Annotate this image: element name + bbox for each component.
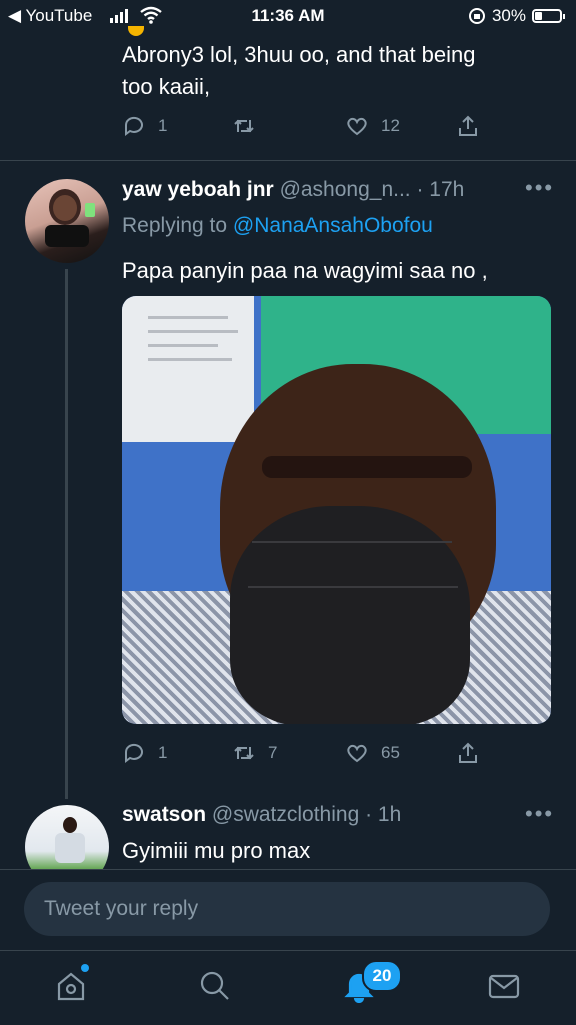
- tweet-text: Papa panyin paa na wagyimi saa no ,: [122, 258, 488, 283]
- prev-reply-button[interactable]: 1: [122, 114, 167, 138]
- tweet-header: yaw yeboah jnr @ashong_n... · 17h: [122, 178, 464, 202]
- heart-icon: [347, 117, 367, 136]
- reply-header: swatson @swatzclothing · 1h: [122, 803, 401, 827]
- emoji-partial-icon: [128, 26, 144, 36]
- battery-icon: [532, 9, 565, 23]
- bottom-tab-bar: [0, 950, 576, 1025]
- like-button[interactable]: 65: [345, 741, 400, 765]
- composer-divider: [0, 869, 576, 870]
- share-button[interactable]: [456, 741, 480, 765]
- home-new-indicator: [81, 964, 89, 972]
- retweet-icon: [234, 119, 254, 133]
- status-right-group: 30%: [468, 6, 565, 26]
- reply-count: 1: [158, 743, 168, 762]
- reply-author-name[interactable]: swatson: [122, 803, 206, 826]
- replying-to-line: Replying to @NanaAnsahObofou: [122, 214, 433, 238]
- prev-tweet-text-line1: Abrony3 lol, 3huu oo, and that being: [122, 42, 476, 67]
- tab-search[interactable]: [198, 969, 232, 1003]
- tab-messages[interactable]: [487, 969, 521, 1003]
- prev-tweet-text-line2: too kaaii,: [122, 74, 211, 99]
- orientation-lock-icon: [468, 8, 485, 24]
- tweet-photo[interactable]: [122, 296, 551, 724]
- tweet-time: · 17h: [416, 178, 465, 201]
- more-options-icon[interactable]: •••: [525, 175, 554, 201]
- main-tweet[interactable]: yaw yeboah jnr @ashong_n... · 17h ••• Re…: [0, 161, 576, 801]
- retweet-button[interactable]: 7: [232, 741, 277, 765]
- replying-to-prefix: Replying to: [122, 214, 228, 237]
- reply-text: Gyimiii mu pro max: [122, 838, 311, 863]
- avatar[interactable]: [25, 805, 109, 869]
- home-icon: [57, 972, 85, 1001]
- wifi-icon: [140, 6, 162, 24]
- share-icon: [459, 742, 477, 763]
- reply-icon: [124, 743, 143, 763]
- reply-tweet[interactable]: swatson @swatzclothing · 1h ••• Gyimiii …: [0, 801, 576, 869]
- more-options-icon[interactable]: •••: [525, 801, 554, 827]
- retweet-icon: [234, 746, 254, 760]
- battery-percent: 30%: [491, 6, 526, 25]
- like-count: 65: [381, 743, 400, 762]
- reply-time: · 1h: [365, 803, 402, 826]
- cellular-signal-icon: [110, 8, 128, 23]
- avatar[interactable]: [25, 179, 109, 263]
- tab-home[interactable]: [54, 969, 88, 1003]
- share-icon: [459, 115, 477, 136]
- reply-button[interactable]: 1: [122, 741, 167, 765]
- author-name[interactable]: yaw yeboah jnr: [122, 178, 274, 201]
- mail-icon: [488, 974, 520, 999]
- prev-like-button[interactable]: 12: [345, 114, 400, 138]
- thread-line: [65, 269, 68, 799]
- tweet-reply-input[interactable]: Tweet your reply: [24, 882, 550, 936]
- prev-share-button[interactable]: [456, 114, 480, 138]
- prev-like-count: 12: [381, 116, 400, 135]
- author-handle[interactable]: @ashong_n...: [280, 178, 411, 201]
- retweet-count: 7: [268, 743, 278, 762]
- replying-to-link[interactable]: @NanaAnsahObofou: [233, 214, 433, 237]
- heart-icon: [347, 744, 367, 763]
- prev-reply-count: 1: [158, 116, 168, 135]
- reply-author-handle[interactable]: @swatzclothing: [212, 803, 359, 826]
- prev-tweet[interactable]: Abrony3 lol, 3huu oo, and that being too…: [0, 26, 576, 160]
- reply-icon: [124, 116, 143, 136]
- search-icon: [200, 971, 229, 1000]
- prev-retweet-button[interactable]: [232, 114, 256, 138]
- notifications-badge: 20: [362, 960, 402, 992]
